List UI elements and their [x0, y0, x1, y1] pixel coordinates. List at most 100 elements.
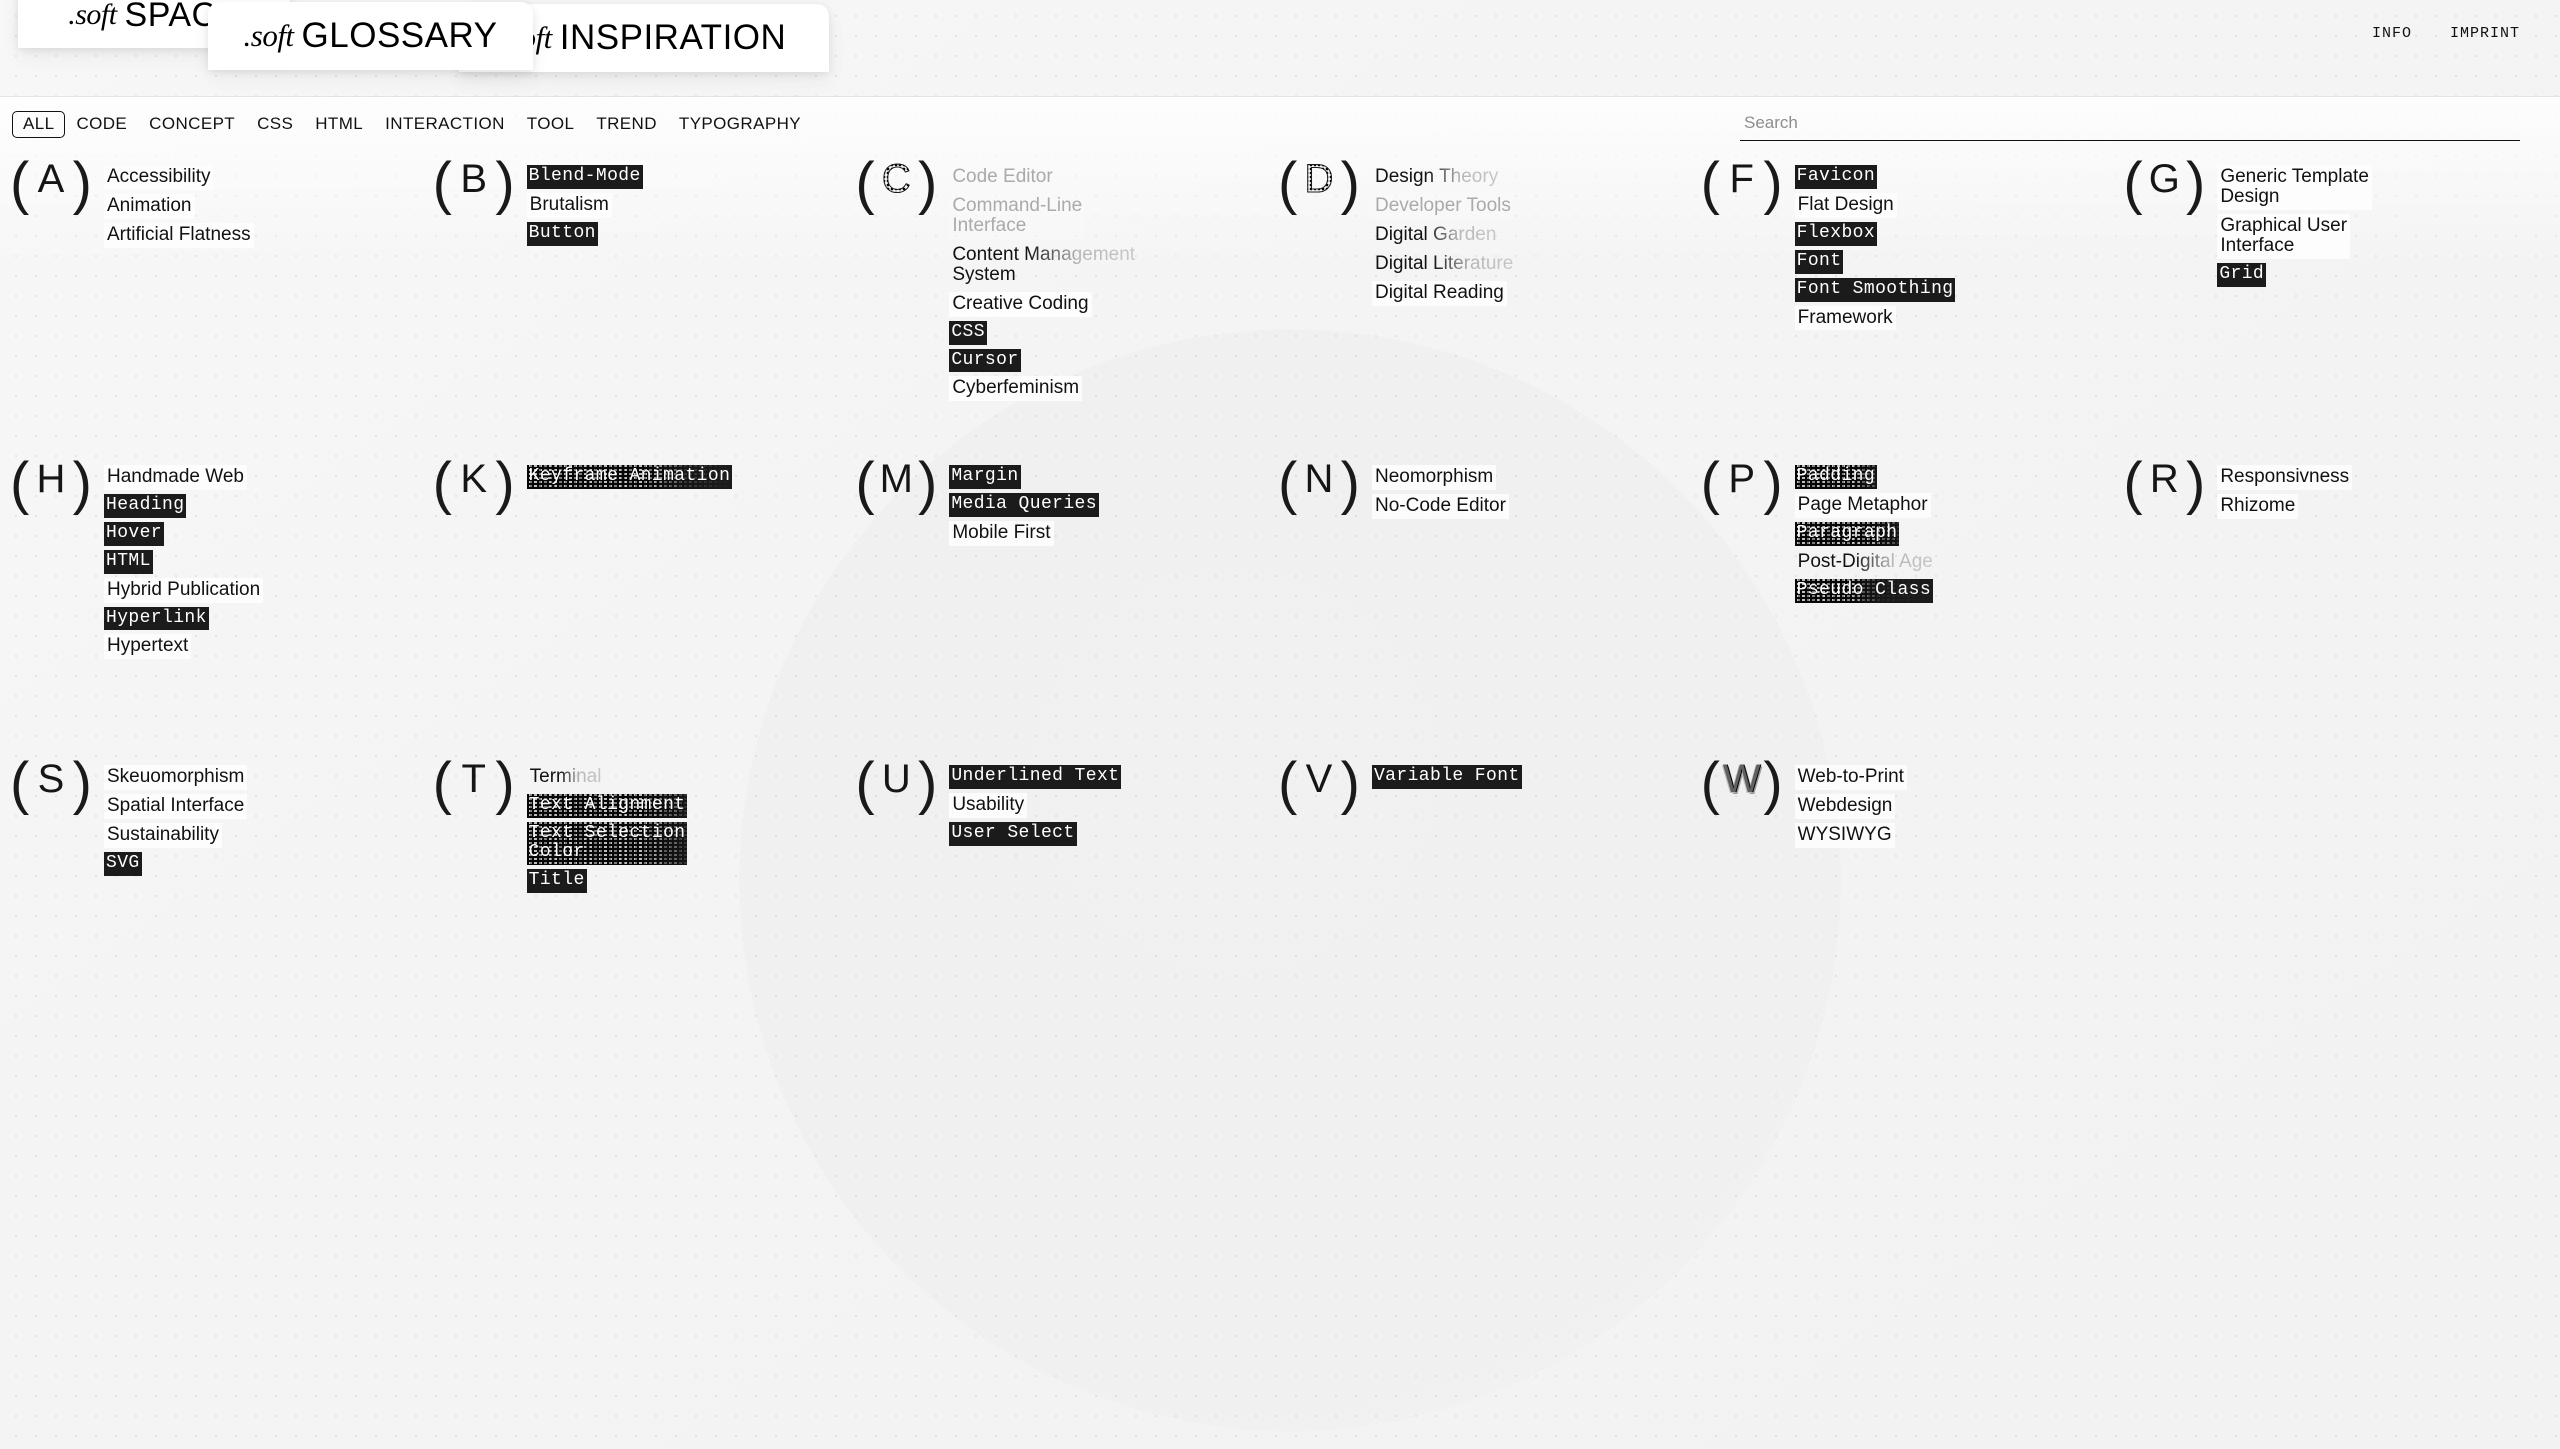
term-list: Blend-Mode Brutalism Button [526, 165, 643, 250]
glossary-term[interactable]: Cyberfeminism [949, 376, 1083, 402]
glossary-term[interactable]: Font [1794, 249, 1844, 274]
filter-interaction[interactable]: INTERACTION [374, 111, 516, 138]
glossary-term[interactable]: Hybrid Publication [104, 577, 264, 603]
glossary-term[interactable]: Variable Font [1371, 765, 1522, 789]
glossary-term[interactable]: HTML [104, 549, 153, 574]
glossary-term[interactable]: Code Editor [949, 165, 1056, 190]
glossary-term[interactable]: Hover [104, 521, 165, 546]
glossary-term[interactable]: Padding [1794, 465, 1878, 489]
term-list: Design Theory Developer Tools Digital Gard… [1371, 165, 1516, 310]
glossary-term[interactable]: Animation [104, 193, 195, 219]
glossary-term[interactable]: Neomorphism [1371, 465, 1497, 490]
glossary-term[interactable]: Sustainability [104, 822, 222, 848]
glossary-term[interactable]: Heading [104, 493, 187, 518]
glossary-term[interactable]: Mobile First [949, 520, 1054, 546]
glossary-term[interactable]: Framework [1794, 305, 1896, 331]
glossary-term[interactable]: Generic Template Design [2217, 165, 2372, 210]
letter-group-f: (F) Favicon Flat Design Flexbox Font Font Smo… [1701, 155, 2126, 465]
term-row: Responsivness [2217, 465, 2353, 492]
glossary-term[interactable]: Digital Literature [1372, 252, 1516, 277]
letter-marker-u: (U) [855, 753, 937, 813]
glossary-term[interactable]: Creative Coding [949, 291, 1092, 317]
glossary-term[interactable]: Hyperlink [104, 606, 209, 631]
glossary-term[interactable]: Title [526, 868, 587, 893]
glossary-term[interactable]: Graphical User Interface [2217, 213, 2351, 259]
glossary-term[interactable]: Skeuomorphism [104, 765, 248, 790]
glossary-term[interactable]: Flexbox [1794, 221, 1878, 246]
glossary-term[interactable]: Handmade Web [104, 465, 247, 490]
glossary-term[interactable]: Flat Design [1794, 192, 1897, 218]
glossary-term[interactable]: Underlined Text [949, 765, 1122, 789]
glossary-term[interactable]: Text Selection Color [526, 821, 688, 865]
term-row: Mobile First [949, 520, 1099, 548]
filter-typography[interactable]: TYPOGRAPHY [668, 111, 812, 138]
glossary-term[interactable]: Post-Digital Age [1795, 550, 1936, 575]
term-row: Underlined Text [949, 765, 1122, 791]
glossary-term[interactable]: Rhizome [2217, 493, 2299, 519]
glossary-term[interactable]: Content Management System [949, 243, 1138, 288]
term-row: Font [1794, 249, 1956, 276]
glossary-term[interactable]: Design Theory [1372, 165, 1501, 190]
glossary-term[interactable]: Text Alignment [526, 793, 688, 818]
glossary-term[interactable]: Digital Garden [1372, 223, 1499, 248]
term-row: Margin [949, 465, 1099, 491]
paren-left-icon: ( [855, 151, 875, 216]
glossary-term[interactable]: WYSIWYG [1794, 822, 1895, 848]
glossary-term[interactable]: Font Smoothing [1794, 277, 1956, 302]
paren-left-icon: ( [2123, 451, 2143, 516]
letter-marker-b: (B) [433, 153, 515, 213]
filter-css[interactable]: CSS [246, 111, 304, 138]
glossary-term[interactable]: Hypertext [104, 634, 192, 660]
letter-group-w: (W) Web-to-Print Webdesign WYSIWYG [1701, 755, 2126, 1065]
glossary-term[interactable]: Pseudo Class [1794, 578, 1934, 603]
header-link-imprint[interactable]: IMPRINT [2450, 25, 2520, 42]
glossary-term[interactable]: Digital Reading [1371, 280, 1507, 306]
glossary-term[interactable]: Developer Tools [1371, 193, 1514, 219]
filter-list: ALL CODE CONCEPT CSS HTML INTERACTION TOOL TREN… [12, 111, 812, 138]
term-row: Flat Design [1794, 192, 1956, 220]
glossary-term[interactable]: Paragraph [1794, 521, 1900, 546]
glossary-term[interactable]: User Select [949, 821, 1077, 846]
filter-trend[interactable]: TREND [585, 111, 668, 138]
glossary-term[interactable]: Artificial Flatness [104, 222, 254, 248]
glossary-term[interactable]: Grid [2217, 262, 2267, 287]
glossary-term[interactable]: Responsivness [2217, 465, 2353, 490]
filter-code[interactable]: CODE [65, 111, 138, 138]
filter-html[interactable]: HTML [304, 111, 374, 138]
glossary-term[interactable]: Blend-Mode [526, 165, 643, 189]
glossary-term[interactable]: Brutalism [526, 192, 612, 218]
filter-tool[interactable]: TOOL [516, 111, 586, 138]
glossary-term[interactable]: No-Code Editor [1371, 493, 1509, 519]
glossary-term[interactable]: Webdesign [1794, 793, 1896, 819]
glossary-term[interactable]: Favicon [1794, 165, 1878, 189]
glossary-term[interactable]: Keyframe Animation [526, 465, 733, 489]
filter-concept[interactable]: CONCEPT [138, 111, 246, 138]
paren-right-icon: ) [495, 751, 515, 816]
glossary-term[interactable]: Web-to-Print [1794, 765, 1907, 790]
term-row: Digital Reading [1371, 280, 1516, 308]
glossary-term[interactable]: Command-Line Interface [949, 193, 1086, 239]
tab-soft-glossary[interactable]: .soft GLOSSARY [208, 2, 533, 70]
filter-all[interactable]: ALL [12, 111, 66, 138]
glossary-term[interactable]: Button [526, 221, 598, 246]
glossary-term[interactable]: Accessibility [104, 165, 214, 190]
glossary-term[interactable]: CSS [949, 320, 987, 345]
letter-group-g: (G) Generic Template Design Graphical User… [2123, 155, 2548, 465]
glossary-term[interactable]: SVG [104, 851, 142, 876]
glossary-term[interactable]: Terminal [527, 765, 605, 790]
glossary-term[interactable]: Margin [949, 465, 1021, 489]
glossary-term[interactable]: Media Queries [949, 492, 1099, 517]
term-row: Command-Line Interface [949, 193, 1138, 241]
glossary-term[interactable]: Cursor [949, 348, 1021, 373]
glossary-term[interactable]: Page Metaphor [1794, 492, 1931, 518]
header-link-info[interactable]: INFO [2372, 25, 2412, 42]
glossary-term[interactable]: Usability [949, 792, 1028, 818]
term-list: Neomorphism No-Code Editor [1371, 465, 1509, 523]
term-row: Variable Font [1371, 765, 1522, 791]
paren-right-icon: ) [918, 151, 938, 216]
search-input[interactable] [1740, 111, 2520, 141]
glossary-term[interactable]: Spatial Interface [104, 793, 248, 819]
letter-group-p: (P) Padding Page Metaphor Paragraph Post-Dig… [1701, 455, 2126, 765]
term-list: Handmade Web Heading Hover HTML Hybrid Publi… [104, 465, 264, 663]
term-row: HTML [104, 549, 263, 576]
